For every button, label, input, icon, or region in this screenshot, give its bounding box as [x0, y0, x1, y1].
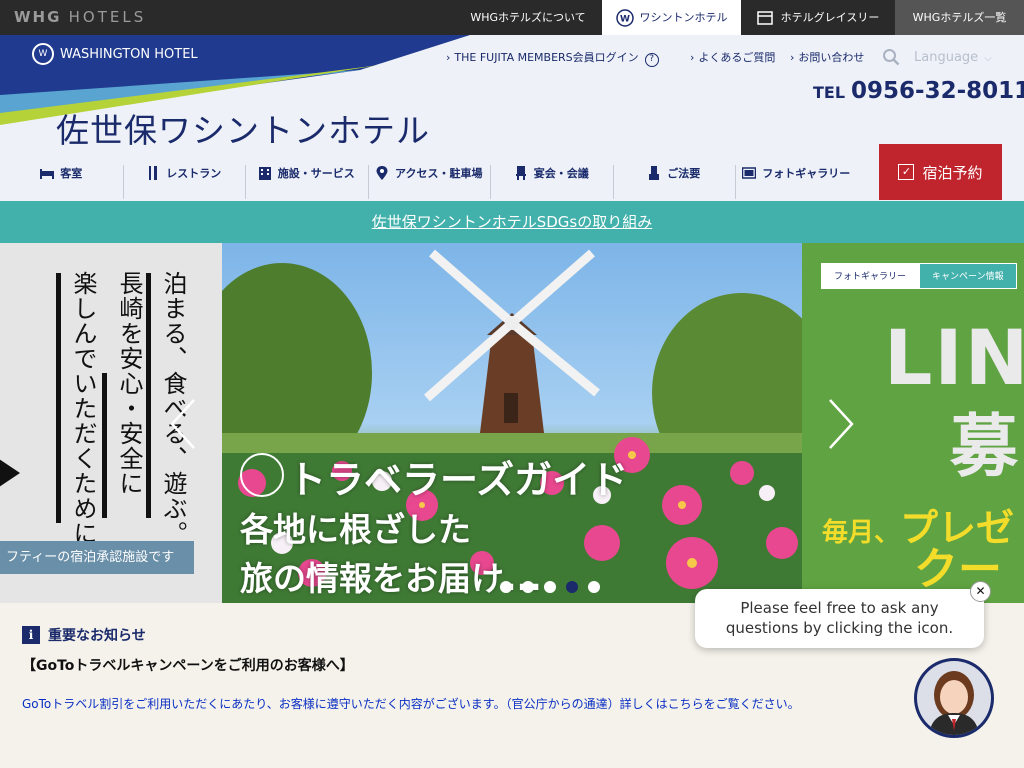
monitor-icon — [742, 167, 757, 179]
washington-hotel-logo[interactable]: W WASHINGTON HOTEL — [32, 43, 198, 65]
close-icon[interactable]: ✕ — [970, 581, 991, 602]
chat-avatar[interactable] — [914, 658, 994, 738]
members-login-link[interactable]: › THE FUJITA MEMBERS会員ログイン? — [446, 49, 659, 67]
tab-washington-hotel-label: ワシントンホテル — [639, 11, 728, 24]
tab-photo-gallery[interactable]: フォトギャラリー — [821, 263, 920, 289]
slide-left-line-2: 長崎を安心・安全に — [115, 271, 143, 496]
notice-title: 【GoToトラベルキャンペーンをご利用のお客様へ】 — [22, 658, 354, 674]
top-bar: WHG HOTELS WHGホテルズについて W ワシントンホテル ホテルグレイ… — [0, 0, 1024, 35]
vertical-rule — [56, 273, 61, 523]
slide-main-subtitle-line-1: 各地に根ざした — [240, 510, 471, 549]
whg-brand: WHG — [14, 8, 62, 26]
nav-photo-gallery[interactable]: フォトギャラリー — [735, 145, 858, 201]
chevron-left-icon[interactable] — [168, 398, 198, 450]
concierge-avatar-icon — [917, 661, 991, 735]
slide-right-tabs: フォトギャラリー キャンペーン情報 — [821, 263, 1017, 289]
slider-dot[interactable] — [544, 581, 556, 593]
sdgs-banner: 佐世保ワシントンホテルSDGsの取り組み — [0, 201, 1024, 243]
slide-right-line-3-prefix: 毎月、 — [822, 518, 901, 548]
washington-seal-icon: W — [615, 8, 634, 27]
map-pin-icon — [376, 166, 388, 180]
gracery-icon — [756, 10, 773, 25]
bed-icon — [40, 169, 55, 179]
nav-memorial[interactable]: ご法要 — [612, 145, 736, 201]
chevron-right-icon: › — [446, 51, 451, 64]
slide-main-subtitle-line-2: 旅の情報をお届け... — [240, 559, 542, 598]
nav-rooms[interactable]: 客室 — [0, 145, 123, 201]
help-icon[interactable]: ? — [644, 53, 659, 67]
main-nav: 客室 レストラン 施設・サービス アクセス・駐車場 宴会・会議 ご法要 フォトギ… — [0, 145, 880, 201]
whg-logo[interactable]: WHG HOTELS — [14, 8, 146, 26]
hero-slider: 泊まる、食べる、遊ぶ。 長崎を安心・安全に 楽しんでいただくために。 フティーの… — [0, 243, 1024, 603]
nav-facilities[interactable]: 施設・サービス — [245, 145, 368, 201]
nav-access-label: アクセス・駐車場 — [395, 167, 483, 180]
telephone[interactable]: TEL 0956-32-8011 — [813, 78, 1024, 104]
chair-icon — [515, 166, 526, 180]
chevron-right-icon[interactable] — [826, 398, 856, 450]
tel-number: 0956-32-8011 — [851, 78, 1024, 104]
altar-icon — [649, 166, 660, 180]
tab-hotel-gracery[interactable]: ホテルグレイスリー — [741, 0, 895, 35]
slide-right-big-1: LIN — [884, 313, 1024, 402]
language-label: Language — [914, 50, 979, 65]
faq-link[interactable]: › よくあるご質問 — [690, 49, 775, 65]
tab-campaign-info[interactable]: キャンペーン情報 — [919, 263, 1017, 289]
slider-dots — [500, 581, 600, 593]
nav-access[interactable]: アクセス・駐車場 — [367, 145, 491, 201]
tab-hotel-gracery-label: ホテルグレイスリー — [780, 11, 880, 24]
reserve-button[interactable]: ✓ 宿泊予約 — [879, 144, 1002, 200]
members-login-label: THE FUJITA MEMBERS会員ログイン — [454, 51, 639, 64]
nav-banquet[interactable]: 宴会・会議 — [490, 145, 613, 201]
faq-label: よくあるご質問 — [698, 51, 776, 64]
nav-restaurant[interactable]: レストラン — [122, 145, 246, 201]
slide-left-caption: フティーの宿泊承認施設です — [0, 541, 194, 574]
nav-restaurant-label: レストラン — [166, 167, 222, 180]
nav-memorial-label: ご法要 — [667, 167, 701, 180]
tab-whg-hotels-list[interactable]: WHGホテルズ一覧 — [895, 0, 1024, 35]
search-icon[interactable] — [882, 48, 900, 66]
slide-travelers-guide[interactable]: トラベラーズガイド 各地に根ざした 旅の情報をお届け... — [222, 243, 802, 603]
nav-photo-gallery-label: フォトギャラリー — [762, 167, 851, 180]
washington-seal-icon: W — [32, 43, 54, 65]
tab-whg-about[interactable]: WHGホテルズについて — [455, 0, 601, 35]
vertical-rule — [102, 373, 107, 518]
slider-dot[interactable] — [522, 581, 534, 593]
nav-banquet-label: 宴会・会議 — [533, 167, 589, 180]
slide-left-line-3: 楽しんでいただくために。 — [69, 271, 97, 571]
svg-text:W: W — [620, 14, 630, 24]
travelers-guide-seal-icon — [240, 453, 284, 497]
chat-bubble[interactable]: Please feel free to ask any questions by… — [695, 589, 984, 648]
sdgs-link[interactable]: 佐世保ワシントンホテルSDGsの取り組み — [372, 213, 653, 231]
chat-bubble-line-1: Please feel free to ask any — [740, 599, 939, 617]
check-icon: ✓ — [898, 164, 915, 180]
chevron-right-icon: › — [790, 51, 795, 64]
chat-bubble-line-2: questions by clicking the icon. — [725, 619, 954, 637]
contact-label: お問い合わせ — [798, 51, 865, 64]
slide-main-title: トラベラーズガイド — [288, 458, 629, 502]
reserve-label: 宿泊予約 — [922, 163, 983, 182]
nav-rooms-label: 客室 — [60, 167, 83, 180]
notice-body-link[interactable]: GoToトラベル割引をご利用いただくにあたり、お客様に遵守いただく内容がございま… — [22, 695, 800, 712]
fork-knife-icon — [149, 166, 158, 180]
slide-right-big-2: 募 — [950, 408, 1019, 487]
slide-main-subtitle: 各地に根ざした 旅の情報をお届け... — [240, 505, 542, 603]
building-icon — [258, 167, 271, 180]
info-icon: i — [22, 626, 40, 644]
tab-washington-hotel[interactable]: W ワシントンホテル — [602, 0, 741, 35]
language-select[interactable]: Language ⌵ — [914, 50, 992, 65]
tel-label: TEL — [813, 83, 846, 102]
washington-hotel-logo-text: WASHINGTON HOTEL — [60, 46, 198, 62]
chevron-down-icon: ⌵ — [984, 53, 992, 64]
chevron-right-icon: › — [690, 51, 695, 64]
notice-heading-label: 重要なお知らせ — [48, 628, 146, 644]
nav-facilities-label: 施設・サービス — [277, 167, 355, 180]
notice-heading: i 重要なお知らせ — [22, 625, 146, 645]
slide-left-graphic — [0, 453, 20, 493]
slider-dot[interactable] — [588, 581, 600, 593]
slider-dot[interactable] — [500, 581, 512, 593]
whg-brand-sub: HOTELS — [68, 8, 147, 26]
contact-link[interactable]: › お問い合わせ — [790, 49, 864, 65]
slider-dot-active[interactable] — [566, 581, 578, 593]
